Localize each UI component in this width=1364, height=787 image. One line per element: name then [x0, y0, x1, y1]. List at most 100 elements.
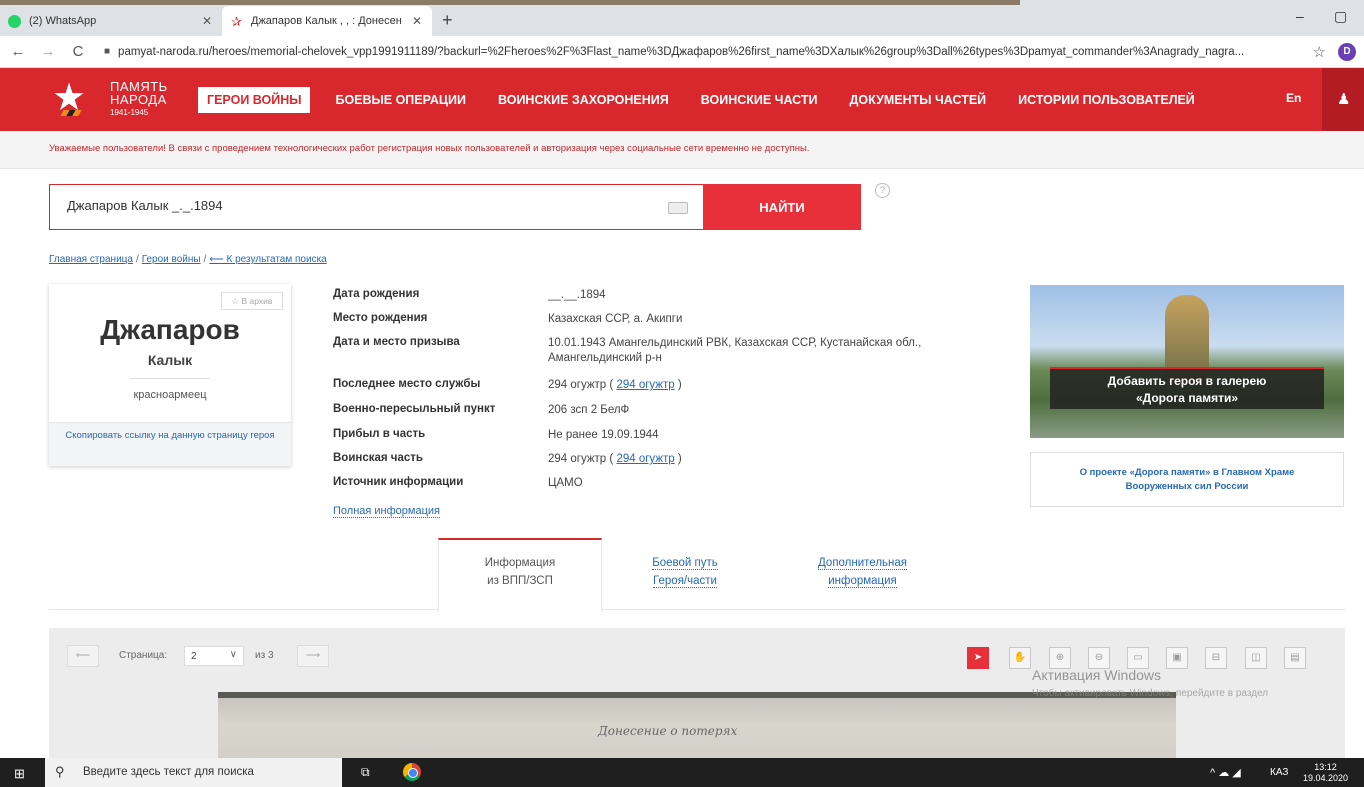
task-view-icon[interactable]: ⧉: [361, 765, 370, 780]
pointer-tool-icon[interactable]: ➤: [967, 647, 989, 669]
logo-text: ПАМЯТЬ НАРОДА: [110, 79, 168, 107]
about-project-link[interactable]: О проекте «Дорога памяти» в Главном Храм…: [1030, 452, 1344, 507]
address-bar-row: ← → C ■ pamyat-naroda.ru/heroes/memorial…: [0, 36, 1364, 68]
zoom-in-icon[interactable]: ⊕: [1049, 647, 1071, 669]
copy-link-button[interactable]: Скопировать ссылку на данную страницу ге…: [49, 422, 291, 466]
lock-icon: ■: [104, 46, 111, 57]
nav-burials[interactable]: ВОИНСКИЕ ЗАХОРОНЕНИЯ: [489, 87, 678, 113]
chrome-icon[interactable]: [403, 763, 421, 781]
split-view-icon[interactable]: ◫: [1245, 647, 1267, 669]
search-icon: ⚲: [55, 764, 65, 779]
close-tab-icon[interactable]: ✕: [410, 14, 424, 28]
url-field[interactable]: pamyat-naroda.ru/heroes/memorial-chelove…: [118, 46, 1308, 58]
reload-icon[interactable]: C: [66, 43, 90, 60]
input-language[interactable]: КАЗ: [1270, 767, 1288, 778]
site-header: ★ ПАМЯТЬ НАРОДА 1941-1945 ГЕРОИ ВОЙНЫ БОЕ…: [0, 68, 1364, 131]
profile-avatar[interactable]: D: [1338, 43, 1356, 61]
breadcrumb-home[interactable]: Главная страница: [49, 254, 133, 265]
page-select[interactable]: 2 ∨: [184, 646, 244, 666]
tab-title: (2) WhatsApp: [29, 15, 97, 27]
tab-additional-info[interactable]: Дополнительная информация: [775, 538, 950, 610]
hero-card: ☆ В архив Джапаров Калык красноармеец Ск…: [49, 284, 291, 466]
star-favicon-icon: ✰: [231, 13, 242, 29]
clock[interactable]: 13:12 19.04.2020: [1303, 762, 1348, 784]
tab-combat-path[interactable]: Боевой путь Героя/части: [610, 538, 760, 610]
divider: [130, 378, 210, 379]
nav-operations[interactable]: БОЕВЫЕ ОПЕРАЦИИ: [326, 87, 475, 113]
screen: (2) WhatsApp ✕ ✰ Джапаров Калык , , : До…: [0, 0, 1364, 787]
unit-link[interactable]: 294 огужтр: [616, 379, 674, 391]
info-key: Дата рождения: [333, 288, 420, 300]
actual-size-icon[interactable]: ▣: [1166, 647, 1188, 669]
logo-years: 1941-1945: [110, 108, 149, 117]
add-to-gallery-button[interactable]: Добавить героя в галерею «Дорога памяти»: [1050, 367, 1324, 409]
info-key: Последнее место службы: [333, 378, 481, 390]
fit-page-icon[interactable]: ▭: [1127, 647, 1149, 669]
whatsapp-icon: [8, 14, 21, 28]
browser-tab-bar: (2) WhatsApp ✕ ✰ Джапаров Калык , , : До…: [0, 0, 1364, 36]
nav-units[interactable]: ВОИНСКИЕ ЧАСТИ: [692, 87, 827, 113]
full-info-link[interactable]: Полная информация: [333, 505, 440, 518]
minimize-icon[interactable]: –: [1296, 8, 1304, 24]
page-count: из 3: [255, 650, 274, 661]
next-page-button[interactable]: ⟶: [297, 645, 329, 667]
tab-title: Джапаров Калык , , : Донесен: [251, 15, 402, 27]
taskbar-search[interactable]: ⚲ Введите здесь текст для поиска: [45, 758, 342, 787]
zoom-out-icon[interactable]: ⊖: [1088, 647, 1110, 669]
nav-heroes[interactable]: ГЕРОИ ВОЙНЫ: [198, 86, 311, 113]
info-key: Военно-пересыльный пункт: [333, 403, 496, 415]
info-key: Место рождения: [333, 312, 428, 324]
bookmark-star-icon[interactable]: ☆: [1313, 43, 1326, 61]
info-value: Не ранее 19.09.1944: [548, 429, 659, 441]
hero-rank: красноармеец: [133, 389, 207, 401]
breadcrumb: Главная страница / Герои войны / ⟵ К результ…: [49, 254, 327, 265]
windows-start-icon[interactable]: ⊞: [14, 766, 25, 782]
info-value: __.__.1894: [548, 289, 606, 301]
windows-taskbar: ⊞ ⚲ Введите здесь текст для поиска ⧉ ^ ☁…: [0, 758, 1364, 787]
tab-pamyat-naroda[interactable]: ✰ Джапаров Калык , , : Донесен ✕: [222, 6, 432, 36]
forward-icon[interactable]: →: [36, 43, 60, 60]
document-scan-image: Донесение о потерях: [218, 692, 1176, 758]
tab-vpp-info[interactable]: Информация из ВПП/ЗСП: [438, 538, 602, 611]
user-menu-button[interactable]: ♟: [1322, 68, 1364, 131]
info-key: Источник информации: [333, 476, 464, 488]
info-value: 294 огужтр ( 294 огужтр ): [548, 379, 682, 391]
memory-road-banner[interactable]: Добавить героя в галерею «Дорога памяти»: [1030, 285, 1344, 438]
search-button[interactable]: НАЙТИ: [703, 184, 861, 230]
taskbar-search-placeholder: Введите здесь текст для поиска: [83, 766, 254, 778]
language-switch[interactable]: En: [1286, 91, 1301, 105]
save-icon[interactable]: ▤: [1284, 647, 1306, 669]
chevron-down-icon: ∨: [229, 649, 237, 660]
tab-whatsapp[interactable]: (2) WhatsApp ✕: [0, 6, 222, 36]
search-input[interactable]: [67, 198, 647, 213]
hero-first-name: Калык: [147, 352, 193, 368]
keyboard-icon[interactable]: [668, 202, 688, 214]
add-to-archive-button[interactable]: ☆ В архив: [221, 292, 283, 310]
help-icon[interactable]: ?: [875, 183, 890, 198]
site-logo[interactable]: ★ ПАМЯТЬ НАРОДА 1941-1945: [52, 76, 182, 124]
close-tab-icon[interactable]: ✕: [200, 14, 214, 28]
info-value: 206 зсп 2 БелФ: [548, 404, 630, 416]
prev-page-button[interactable]: ⟵: [67, 645, 99, 667]
fit-width-icon[interactable]: ⊟: [1205, 647, 1227, 669]
breadcrumb-back-to-results[interactable]: ⟵ К результатам поиска: [209, 254, 326, 265]
hand-tool-icon[interactable]: ✋: [1009, 647, 1031, 669]
notice-bar: Уважаемые пользователи! В связи с провед…: [0, 131, 1364, 169]
notice-text: Уважаемые пользователи! В связи с провед…: [49, 143, 810, 154]
hero-surname: Джапаров: [100, 314, 240, 345]
breadcrumb-heroes[interactable]: Герои войны: [142, 254, 201, 265]
info-value: Казахская ССР, а. Акипги: [548, 313, 683, 325]
restore-icon[interactable]: ▢: [1334, 8, 1347, 25]
background-image-strip: [0, 0, 1020, 5]
new-tab-button[interactable]: +: [442, 10, 453, 31]
system-tray-icons[interactable]: ^ ☁ ◢: [1210, 766, 1241, 779]
search-box: [49, 184, 703, 230]
info-key: Прибыл в часть: [333, 428, 426, 440]
nav-documents[interactable]: ДОКУМЕНТЫ ЧАСТЕЙ: [841, 87, 996, 113]
nav-user-stories[interactable]: ИСТОРИИ ПОЛЬЗОВАТЕЛЕЙ: [1009, 87, 1204, 113]
info-key: Воинская часть: [333, 452, 423, 464]
back-icon[interactable]: ←: [6, 43, 30, 60]
windows-activation-watermark: Активация Windows: [1032, 667, 1162, 683]
info-value: 10.01.1943 Амангельдинский РВК, Казахска…: [548, 337, 922, 364]
unit-link[interactable]: 294 огужтр: [616, 453, 674, 465]
